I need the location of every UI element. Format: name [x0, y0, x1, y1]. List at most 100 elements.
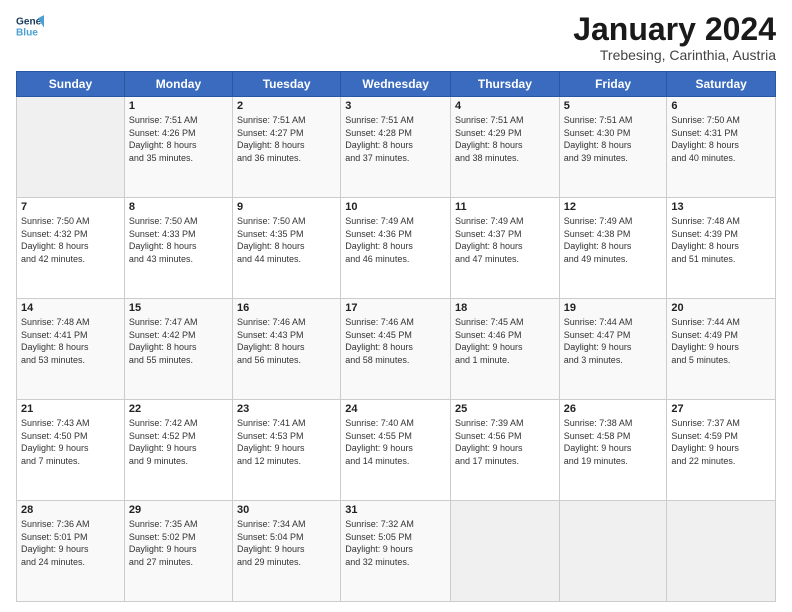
day-info: Sunrise: 7:51 AM Sunset: 4:29 PM Dayligh…	[455, 114, 555, 164]
day-info: Sunrise: 7:42 AM Sunset: 4:52 PM Dayligh…	[129, 417, 228, 467]
calendar-cell	[451, 501, 560, 602]
day-number: 7	[21, 201, 120, 213]
calendar-cell: 10Sunrise: 7:49 AM Sunset: 4:36 PM Dayli…	[341, 198, 451, 299]
calendar-cell	[17, 97, 125, 198]
calendar-cell: 23 Sunrise: 7:41 AM Sunset: 4:53 PM Dayli…	[233, 400, 341, 501]
day-info: Sunrise: 7:48 AM Sunset: 4:41 PM Dayligh…	[21, 316, 120, 366]
day-number: 10	[345, 201, 446, 213]
calendar-cell: 13 Sunrise: 7:48 AM Sunset: 4:39 PM Dayli…	[667, 198, 776, 299]
day-number: 20	[671, 302, 771, 314]
day-number: 2	[237, 100, 336, 112]
calendar-cell: 8Sunrise: 7:50 AM Sunset: 4:33 PM Daylig…	[124, 198, 232, 299]
subtitle: Trebesing, Carinthia, Austria	[573, 47, 776, 63]
day-number: 25	[455, 403, 555, 415]
calendar-cell: 6Sunrise: 7:50 AM Sunset: 4:31 PM Daylig…	[667, 97, 776, 198]
day-info: Sunrise: 7:41 AM Sunset: 4:53 PM Dayligh…	[237, 417, 336, 467]
calendar-header-row: SundayMondayTuesdayWednesdayThursdayFrid…	[17, 72, 776, 97]
day-number: 6	[671, 100, 771, 112]
calendar-header-tuesday: Tuesday	[233, 72, 341, 97]
day-number: 23	[237, 403, 336, 415]
day-info: Sunrise: 7:44 AM Sunset: 4:49 PM Dayligh…	[671, 316, 771, 366]
calendar-cell: 18 Sunrise: 7:45 AM Sunset: 4:46 PM Dayli…	[451, 299, 560, 400]
day-number: 18	[455, 302, 555, 314]
day-number: 21	[21, 403, 120, 415]
day-info: Sunrise: 7:37 AM Sunset: 4:59 PM Dayligh…	[671, 417, 771, 467]
day-info: Sunrise: 7:39 AM Sunset: 4:56 PM Dayligh…	[455, 417, 555, 467]
header: General Blue January 2024 Trebesing, Car…	[16, 12, 776, 63]
title-block: January 2024 Trebesing, Carinthia, Austr…	[573, 12, 776, 63]
day-info: Sunrise: 7:36 AM Sunset: 5:01 PM Dayligh…	[21, 518, 120, 568]
day-number: 14	[21, 302, 120, 314]
day-number: 29	[129, 504, 228, 516]
calendar-cell: 9 Sunrise: 7:50 AM Sunset: 4:35 PM Daylig…	[233, 198, 341, 299]
calendar-week-2: 7Sunrise: 7:50 AM Sunset: 4:32 PM Daylig…	[17, 198, 776, 299]
main-title: January 2024	[573, 12, 776, 47]
calendar-cell: 25 Sunrise: 7:39 AM Sunset: 4:56 PM Dayli…	[451, 400, 560, 501]
day-info: Sunrise: 7:35 AM Sunset: 5:02 PM Dayligh…	[129, 518, 228, 568]
calendar-header-sunday: Sunday	[17, 72, 125, 97]
day-info: Sunrise: 7:51 AM Sunset: 4:28 PM Dayligh…	[345, 114, 446, 164]
calendar-cell: 5Sunrise: 7:51 AM Sunset: 4:30 PM Daylig…	[559, 97, 667, 198]
calendar-cell: 19 Sunrise: 7:44 AM Sunset: 4:47 PM Dayli…	[559, 299, 667, 400]
day-number: 15	[129, 302, 228, 314]
calendar-cell: 24Sunrise: 7:40 AM Sunset: 4:55 PM Dayli…	[341, 400, 451, 501]
calendar-cell: 14 Sunrise: 7:48 AM Sunset: 4:41 PM Dayli…	[17, 299, 125, 400]
day-number: 17	[345, 302, 446, 314]
calendar-cell: 17 Sunrise: 7:46 AM Sunset: 4:45 PM Dayli…	[341, 299, 451, 400]
day-number: 24	[345, 403, 446, 415]
day-info: Sunrise: 7:32 AM Sunset: 5:05 PM Dayligh…	[345, 518, 446, 568]
logo-icon: General Blue	[16, 12, 44, 40]
day-number: 11	[455, 201, 555, 213]
calendar-cell: 4 Sunrise: 7:51 AM Sunset: 4:29 PM Daylig…	[451, 97, 560, 198]
day-number: 3	[345, 100, 446, 112]
calendar-cell: 20 Sunrise: 7:44 AM Sunset: 4:49 PM Dayli…	[667, 299, 776, 400]
day-info: Sunrise: 7:46 AM Sunset: 4:43 PM Dayligh…	[237, 316, 336, 366]
day-info: Sunrise: 7:48 AM Sunset: 4:39 PM Dayligh…	[671, 215, 771, 265]
calendar-cell: 28 Sunrise: 7:36 AM Sunset: 5:01 PM Dayli…	[17, 501, 125, 602]
calendar-cell: 1 Sunrise: 7:51 AM Sunset: 4:26 PM Daylig…	[124, 97, 232, 198]
calendar-cell	[559, 501, 667, 602]
day-number: 26	[564, 403, 663, 415]
day-info: Sunrise: 7:51 AM Sunset: 4:30 PM Dayligh…	[564, 114, 663, 164]
day-info: Sunrise: 7:50 AM Sunset: 4:35 PM Dayligh…	[237, 215, 336, 265]
calendar-cell: 26Sunrise: 7:38 AM Sunset: 4:58 PM Dayli…	[559, 400, 667, 501]
day-number: 19	[564, 302, 663, 314]
calendar-cell: 12Sunrise: 7:49 AM Sunset: 4:38 PM Dayli…	[559, 198, 667, 299]
day-number: 31	[345, 504, 446, 516]
calendar-week-3: 14 Sunrise: 7:48 AM Sunset: 4:41 PM Dayli…	[17, 299, 776, 400]
day-number: 9	[237, 201, 336, 213]
calendar-header-wednesday: Wednesday	[341, 72, 451, 97]
logo: General Blue	[16, 12, 44, 40]
day-info: Sunrise: 7:46 AM Sunset: 4:45 PM Dayligh…	[345, 316, 446, 366]
day-number: 13	[671, 201, 771, 213]
day-info: Sunrise: 7:44 AM Sunset: 4:47 PM Dayligh…	[564, 316, 663, 366]
day-info: Sunrise: 7:49 AM Sunset: 4:38 PM Dayligh…	[564, 215, 663, 265]
calendar-header-thursday: Thursday	[451, 72, 560, 97]
calendar-week-5: 28 Sunrise: 7:36 AM Sunset: 5:01 PM Dayli…	[17, 501, 776, 602]
day-info: Sunrise: 7:51 AM Sunset: 4:27 PM Dayligh…	[237, 114, 336, 164]
calendar-week-1: 1 Sunrise: 7:51 AM Sunset: 4:26 PM Daylig…	[17, 97, 776, 198]
day-info: Sunrise: 7:45 AM Sunset: 4:46 PM Dayligh…	[455, 316, 555, 366]
calendar-cell: 30 Sunrise: 7:34 AM Sunset: 5:04 PM Dayli…	[233, 501, 341, 602]
calendar-body: 1 Sunrise: 7:51 AM Sunset: 4:26 PM Daylig…	[17, 97, 776, 602]
calendar-cell: 11 Sunrise: 7:49 AM Sunset: 4:37 PM Dayli…	[451, 198, 560, 299]
calendar-cell: 7Sunrise: 7:50 AM Sunset: 4:32 PM Daylig…	[17, 198, 125, 299]
day-info: Sunrise: 7:51 AM Sunset: 4:26 PM Dayligh…	[129, 114, 228, 164]
day-number: 1	[129, 100, 228, 112]
day-info: Sunrise: 7:50 AM Sunset: 4:33 PM Dayligh…	[129, 215, 228, 265]
day-number: 30	[237, 504, 336, 516]
calendar-cell: 22 Sunrise: 7:42 AM Sunset: 4:52 PM Dayli…	[124, 400, 232, 501]
day-number: 16	[237, 302, 336, 314]
day-info: Sunrise: 7:43 AM Sunset: 4:50 PM Dayligh…	[21, 417, 120, 467]
calendar-header-saturday: Saturday	[667, 72, 776, 97]
day-number: 22	[129, 403, 228, 415]
day-number: 4	[455, 100, 555, 112]
day-info: Sunrise: 7:47 AM Sunset: 4:42 PM Dayligh…	[129, 316, 228, 366]
day-number: 28	[21, 504, 120, 516]
day-info: Sunrise: 7:49 AM Sunset: 4:37 PM Dayligh…	[455, 215, 555, 265]
day-info: Sunrise: 7:34 AM Sunset: 5:04 PM Dayligh…	[237, 518, 336, 568]
svg-text:Blue: Blue	[16, 27, 38, 38]
calendar-cell: 21 Sunrise: 7:43 AM Sunset: 4:50 PM Dayli…	[17, 400, 125, 501]
calendar-cell: 29 Sunrise: 7:35 AM Sunset: 5:02 PM Dayli…	[124, 501, 232, 602]
calendar-cell: 2 Sunrise: 7:51 AM Sunset: 4:27 PM Daylig…	[233, 97, 341, 198]
